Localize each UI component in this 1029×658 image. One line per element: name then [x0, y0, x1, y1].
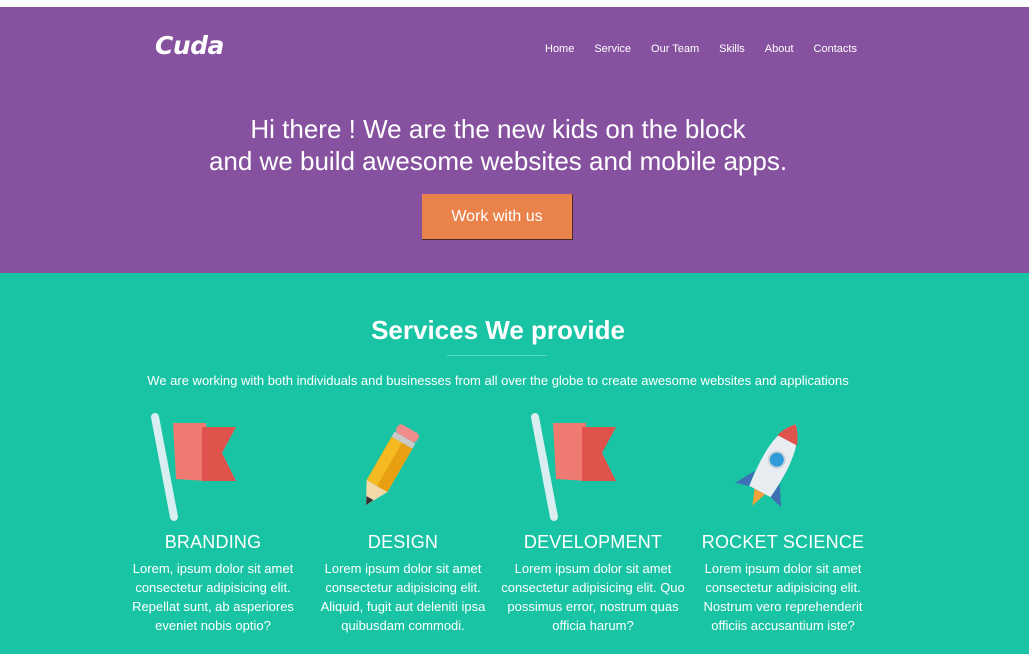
hero-section: Cuda Home Service Our Team Skills About … — [0, 7, 1029, 273]
nav-home[interactable]: Home — [545, 42, 574, 56]
service-card-rocket-science: ROCKET SCIENCE Lorem ipsum dolor sit ame… — [688, 411, 878, 635]
nav-our-team[interactable]: Our Team — [651, 42, 699, 56]
service-card-development: DEVELOPMENT Lorem ipsum dolor sit amet c… — [498, 411, 688, 635]
card-text: Lorem, ipsum dolor sit amet consectetur … — [132, 561, 294, 633]
top-border — [0, 0, 1029, 7]
services-subtitle: We are working with both individuals and… — [147, 373, 849, 388]
bottom-border — [0, 654, 1029, 658]
hero-line-1: Hi there ! We are the new kids on the bl… — [250, 114, 746, 144]
flag-icon — [498, 411, 688, 521]
nav-contacts[interactable]: Contacts — [814, 42, 857, 56]
service-card-branding: BRANDING Lorem, ipsum dolor sit amet con… — [118, 411, 308, 635]
services-section: Services We provide We are working with … — [0, 273, 1029, 654]
hero-headline: Hi there ! We are the new kids on the bl… — [0, 113, 996, 177]
flag-icon — [118, 411, 308, 521]
card-text: Lorem ipsum dolor sit amet consectetur a… — [320, 561, 486, 633]
hero-line-2: and we build awesome websites and mobile… — [208, 146, 788, 176]
card-title: BRANDING — [164, 532, 262, 552]
work-with-us-button[interactable]: Work with us — [422, 194, 573, 240]
card-title: DEVELOPMENT — [523, 532, 663, 552]
logo[interactable]: Cuda — [155, 31, 224, 61]
rocket-icon — [688, 411, 878, 521]
pencil-icon — [308, 411, 498, 521]
services-title: Services We provide — [371, 315, 625, 345]
card-text: Lorem ipsum dolor sit amet consectetur a… — [703, 561, 863, 633]
card-title: ROCKET SCIENCE — [701, 532, 865, 552]
nav-skills[interactable]: Skills — [719, 42, 745, 56]
title-divider — [447, 355, 547, 356]
card-text: Lorem ipsum dolor sit amet consectetur a… — [501, 561, 685, 633]
nav-about[interactable]: About — [765, 42, 794, 56]
nav-service[interactable]: Service — [594, 42, 631, 56]
service-card-design: DESIGN Lorem ipsum dolor sit amet consec… — [308, 411, 498, 635]
card-title: DESIGN — [367, 532, 439, 552]
main-nav: Home Service Our Team Skills About Conta… — [545, 42, 857, 56]
